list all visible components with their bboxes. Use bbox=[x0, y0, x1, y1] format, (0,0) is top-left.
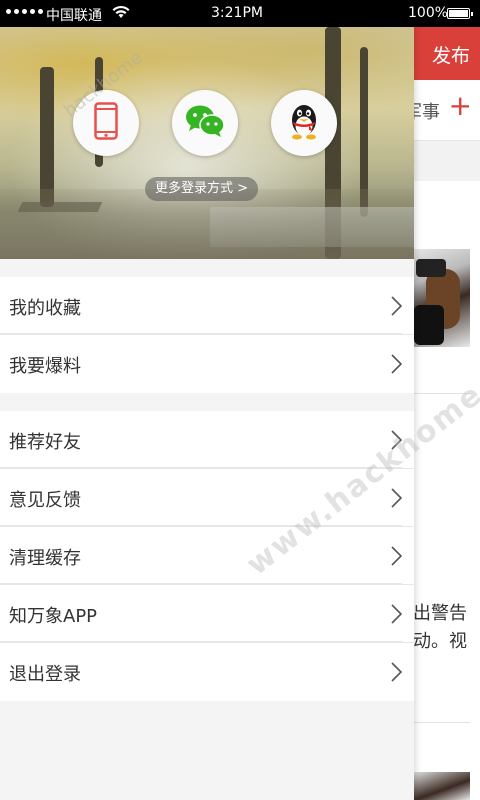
app-screen: 中国联通 3:21PM 100% 发布 军事 + 出警告 动。视 更多登录方式 … bbox=[0, 0, 480, 800]
more-login-options-button[interactable]: 更多登录方式 > bbox=[145, 177, 259, 201]
menu-item-label: 退出登录 bbox=[9, 664, 81, 685]
chevron-right-icon bbox=[391, 662, 402, 682]
wifi-icon bbox=[112, 5, 130, 23]
menu-item-clear-cache[interactable]: 清理缓存 bbox=[0, 527, 414, 585]
clock: 3:21PM bbox=[211, 5, 263, 21]
menu-item-label: 知万象APP bbox=[9, 606, 98, 627]
wechat-login-button[interactable] bbox=[172, 90, 238, 156]
menu-item-label: 我的收藏 bbox=[9, 298, 81, 319]
menu-item-feedback[interactable]: 意见反馈 bbox=[0, 469, 414, 527]
menu-item-recommend-friends[interactable]: 推荐好友 bbox=[0, 411, 414, 469]
menu-group-primary: 我的收藏 我要爆料 bbox=[0, 277, 414, 393]
article-thumbnail[interactable] bbox=[410, 249, 470, 347]
signal-strength-icon bbox=[6, 9, 43, 14]
battery-icon bbox=[447, 8, 473, 19]
article-snippet-line-2: 动。视 bbox=[413, 631, 467, 652]
drawer-hero-image: 更多登录方式 > bbox=[0, 27, 414, 259]
article-snippet-line-1: 出警告 bbox=[413, 603, 467, 624]
status-bar: 中国联通 3:21PM 100% bbox=[0, 0, 480, 27]
qq-login-button[interactable] bbox=[271, 90, 337, 156]
carrier-name: 中国联通 bbox=[46, 8, 102, 24]
feed-divider bbox=[414, 722, 470, 723]
chevron-right-icon bbox=[391, 546, 402, 566]
chevron-right-icon bbox=[391, 604, 402, 624]
menu-item-label: 我要爆料 bbox=[9, 356, 81, 377]
add-category-button[interactable]: + bbox=[449, 92, 472, 120]
publish-button[interactable]: 发布 bbox=[432, 41, 470, 68]
article-thumbnail[interactable] bbox=[410, 772, 470, 800]
chevron-right-icon bbox=[391, 296, 402, 316]
phone-login-button[interactable] bbox=[73, 90, 139, 156]
qq-icon bbox=[287, 101, 321, 145]
feed-divider bbox=[414, 393, 470, 394]
menu-item-label: 清理缓存 bbox=[9, 548, 81, 569]
chevron-right-icon bbox=[391, 430, 402, 450]
menu-item-logout[interactable]: 退出登录 bbox=[0, 643, 414, 701]
article-snippet[interactable]: 出警告 动。视 bbox=[413, 600, 480, 656]
menu-item-favorites[interactable]: 我的收藏 bbox=[0, 277, 414, 335]
menu-group-secondary: 推荐好友 意见反馈 清理缓存 知万象APP 退出登录 bbox=[0, 411, 414, 701]
wechat-icon bbox=[185, 104, 225, 142]
menu-item-submit-tip[interactable]: 我要爆料 bbox=[0, 335, 414, 393]
phone-icon bbox=[94, 102, 118, 144]
side-drawer: 更多登录方式 > 我的收藏 我要爆料 推荐好友 意见反馈 清理缓存 知万象APP… bbox=[0, 27, 414, 800]
menu-item-label: 推荐好友 bbox=[9, 432, 81, 453]
menu-item-app[interactable]: 知万象APP bbox=[0, 585, 414, 643]
battery-percentage: 100% bbox=[408, 5, 449, 21]
chevron-right-icon bbox=[391, 354, 402, 374]
chevron-right-icon bbox=[391, 488, 402, 508]
menu-item-label: 意见反馈 bbox=[9, 490, 81, 511]
